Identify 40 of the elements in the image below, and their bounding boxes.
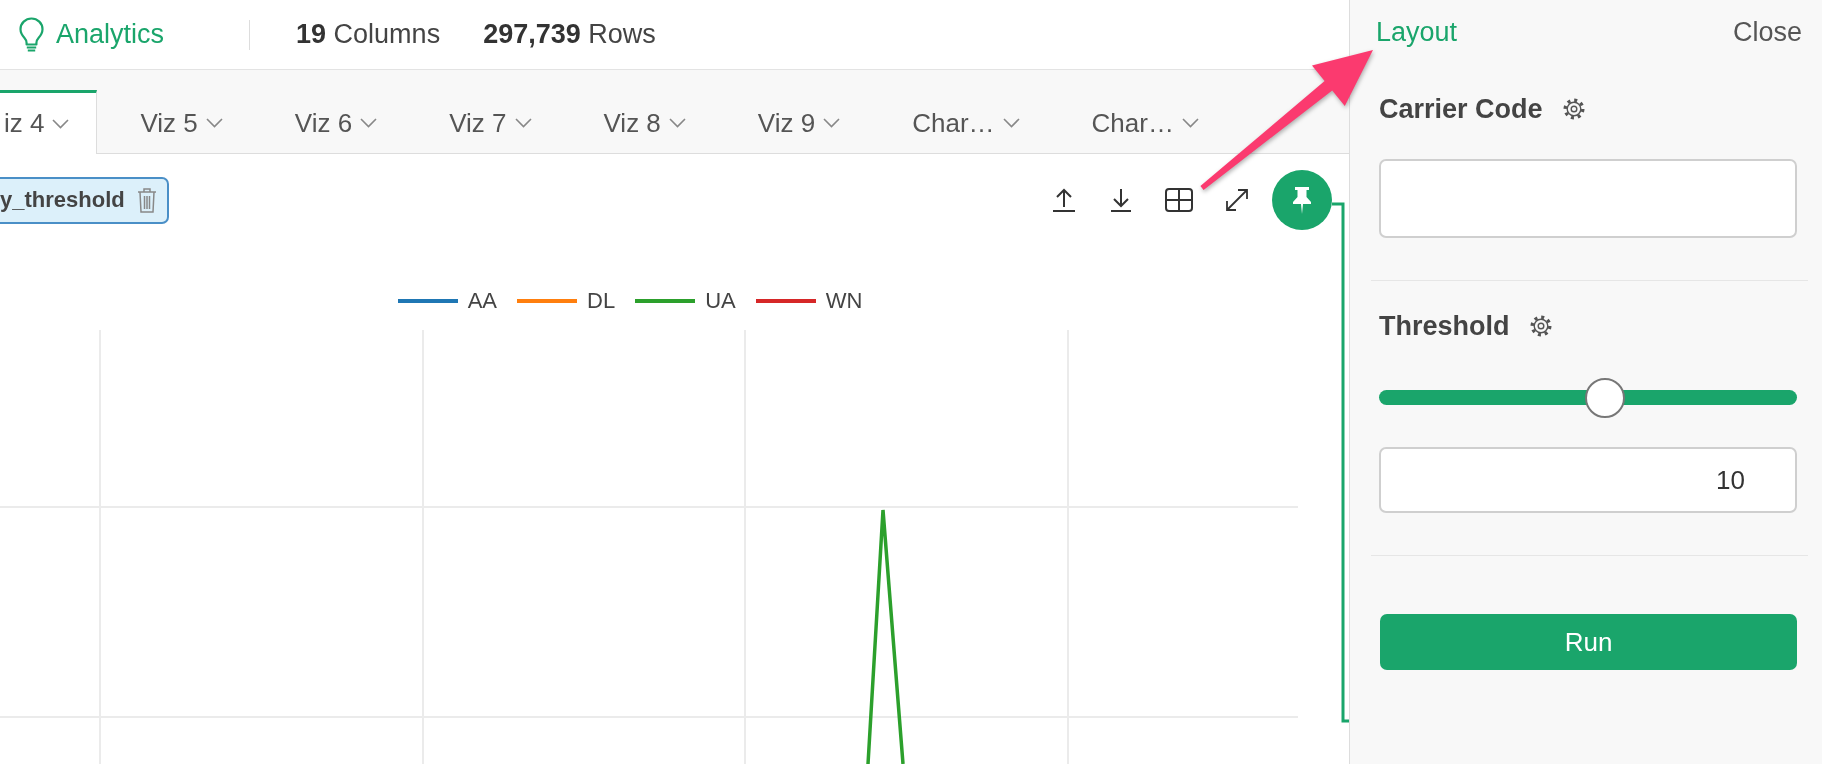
column-count: 19 Columns [296,19,441,50]
legend-label: AA [467,288,497,314]
slider-thumb[interactable] [1584,378,1625,418]
viz-tab[interactable]: Char… [876,90,1056,153]
download-icon[interactable] [1108,187,1134,213]
grid-icon[interactable] [1165,188,1193,212]
viz-tab[interactable]: Viz 8 [567,90,722,153]
text-input[interactable] [1379,159,1797,238]
caret-icon [205,118,223,128]
legend-label: UA [705,288,736,314]
caret-icon [360,118,378,128]
legend-label: WN [825,288,863,314]
gear-icon[interactable] [1562,98,1585,120]
caret-icon [668,118,686,128]
caret-icon [1002,118,1020,128]
viz-tab[interactable]: Char… [1055,90,1235,153]
parameter-label: Threshold [1379,310,1510,342]
app-title: Analytics [56,19,165,50]
pin-button[interactable] [1272,170,1332,230]
parameter-label: Carrier Code [1379,93,1543,125]
caret-icon [823,118,841,128]
row-count: 297,739 Rows [483,19,656,50]
viz-tab[interactable]: iz 4 [0,90,98,154]
slider-track[interactable] [1379,378,1797,418]
viz-tab[interactable]: Viz 7 [413,90,568,153]
filter-chip[interactable]: y_threshold [0,176,169,224]
upload-icon[interactable] [1051,187,1077,213]
caret-icon [52,118,70,129]
viz-tab[interactable]: Viz 9 [721,90,877,153]
trash-icon[interactable] [136,186,157,214]
viz-tab[interactable]: Viz 5 [104,90,259,153]
lightbulb-icon [19,17,44,52]
expand-icon[interactable] [1224,187,1250,213]
legend-label: DL [587,288,616,314]
caret-icon [1181,118,1199,128]
gear-icon[interactable] [1529,315,1552,337]
close-button[interactable]: Close [1732,16,1802,48]
caret-icon [514,118,532,128]
number-input[interactable]: 10 [1379,447,1797,513]
viz-tab[interactable]: Viz 6 [258,90,414,153]
